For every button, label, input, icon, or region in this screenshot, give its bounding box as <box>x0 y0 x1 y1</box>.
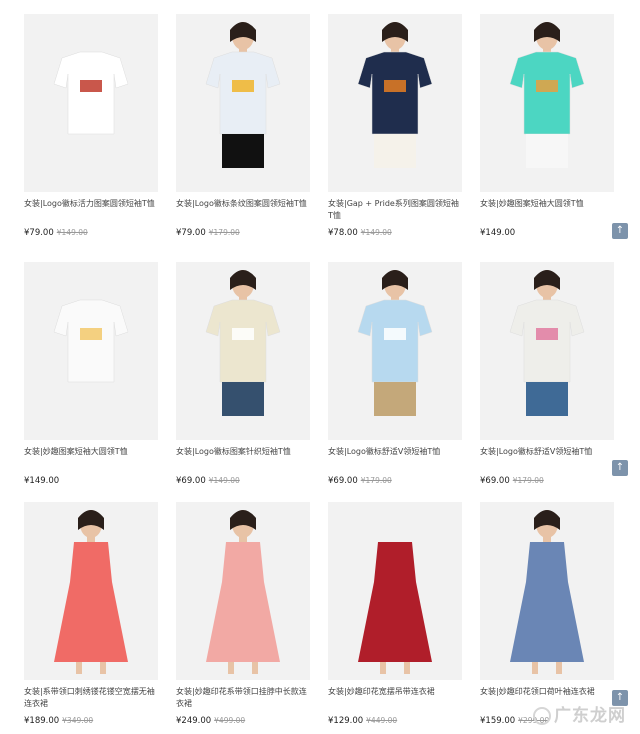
product-title[interactable]: 女装|Logo徽标条纹图案圆领短袖T恤 <box>176 198 310 222</box>
product-price-row: ¥249.00 ¥499.00 <box>176 716 310 726</box>
product-original-price: ¥149.00 <box>56 228 88 237</box>
product-price: ¥129.00 <box>328 716 364 726</box>
product-card[interactable]: 女装|妙趣图案短袖大圆领T恤 ¥149.00 <box>24 262 158 494</box>
product-tag <box>176 488 310 494</box>
product-original-price: ¥179.00 <box>208 228 240 237</box>
product-price: ¥249.00 <box>176 716 212 726</box>
product-image[interactable] <box>24 502 158 680</box>
product-price-row: ¥79.00 ¥149.00 <box>24 228 158 238</box>
product-price: ¥69.00 <box>176 476 206 486</box>
product-card[interactable]: 女装|Logo徽标舒适V领短袖T恤 ¥69.00 ¥179.00 <box>328 262 462 494</box>
product-card[interactable]: 女装|Gap + Pride系列图案圆领短袖T恤 ¥78.00 ¥149.00 <box>328 14 462 246</box>
product-tag <box>328 488 462 494</box>
product-card[interactable]: 女装|妙趣印花宽摆吊带连衣裙 ¥129.00 ¥449.00 <box>328 502 462 734</box>
scroll-top-button[interactable]: ↑ <box>612 460 628 476</box>
product-title[interactable]: 女装|Logo徽标舒适V领短袖T恤 <box>328 446 462 470</box>
product-price-row: ¥149.00 <box>24 476 158 486</box>
product-image[interactable] <box>24 262 158 440</box>
product-image[interactable] <box>480 14 614 192</box>
product-card[interactable]: 女装|Logo徽标活力图案圆领短袖T恤 ¥79.00 ¥149.00 <box>24 14 158 246</box>
product-image[interactable] <box>24 14 158 192</box>
product-card[interactable]: 女装|妙趣印花系带领口挂脖中长款连衣裙 ¥249.00 ¥499.00 <box>176 502 310 734</box>
product-original-price: ¥179.00 <box>512 476 544 485</box>
product-card[interactable]: 女装|妙趣印花领口荷叶袖连衣裙 ¥159.00 ¥299.00 <box>480 502 614 734</box>
product-image[interactable] <box>176 14 310 192</box>
product-image[interactable] <box>328 262 462 440</box>
product-price-row: ¥189.00 ¥349.00 <box>24 716 158 726</box>
product-price-row: ¥129.00 ¥449.00 <box>328 716 462 726</box>
product-image[interactable] <box>176 262 310 440</box>
product-price: ¥69.00 <box>328 476 358 486</box>
product-price: ¥79.00 <box>24 228 54 238</box>
product-original-price: ¥149.00 <box>208 476 240 485</box>
product-price-row: ¥78.00 ¥149.00 <box>328 228 462 238</box>
product-tag <box>24 728 158 734</box>
product-card[interactable]: 女装|系带领口刺绣镂花镂空宽摆无袖连衣裙 ¥189.00 ¥349.00 <box>24 502 158 734</box>
product-title[interactable]: 女装|Logo徽标舒适V领短袖T恤 <box>480 446 614 470</box>
product-original-price: ¥349.00 <box>62 716 94 725</box>
product-card[interactable]: 女装|妙趣图案短袖大圆领T恤 ¥149.00 <box>480 14 614 246</box>
product-title[interactable]: 女装|妙趣印花系带领口挂脖中长款连衣裙 <box>176 686 310 710</box>
product-image[interactable] <box>480 502 614 680</box>
scroll-top-button[interactable]: ↑ <box>612 223 628 239</box>
product-price-row: ¥69.00 ¥149.00 <box>176 476 310 486</box>
product-price: ¥79.00 <box>176 228 206 238</box>
product-card[interactable]: 女装|Logo徽标条纹图案圆领短袖T恤 ¥79.00 ¥179.00 <box>176 14 310 246</box>
product-original-price: ¥499.00 <box>214 716 246 725</box>
product-title[interactable]: 女装|系带领口刺绣镂花镂空宽摆无袖连衣裙 <box>24 686 158 710</box>
product-price: ¥149.00 <box>24 476 60 486</box>
product-image[interactable] <box>480 262 614 440</box>
product-tag <box>480 240 614 246</box>
product-title[interactable]: 女装|Logo徽标图案针织短袖T恤 <box>176 446 310 470</box>
product-tag <box>480 488 614 494</box>
product-price: ¥149.00 <box>480 228 516 238</box>
product-price: ¥69.00 <box>480 476 510 486</box>
product-image[interactable] <box>328 14 462 192</box>
product-image[interactable] <box>328 502 462 680</box>
watermark-logo: 广东龙网 <box>533 701 626 726</box>
product-title[interactable]: 女装|妙趣图案短袖大圆领T恤 <box>24 446 158 470</box>
product-original-price: ¥149.00 <box>360 228 392 237</box>
product-card[interactable]: 女装|Logo徽标舒适V领短袖T恤 ¥69.00 ¥179.00 <box>480 262 614 494</box>
product-tag <box>176 240 310 246</box>
watermark-text: 广东龙网 <box>554 706 626 726</box>
product-tag <box>480 728 614 734</box>
product-card[interactable]: 女装|Logo徽标图案针织短袖T恤 ¥69.00 ¥149.00 <box>176 262 310 494</box>
product-tag <box>176 728 310 734</box>
product-price-row: ¥79.00 ¥179.00 <box>176 228 310 238</box>
product-image[interactable] <box>176 502 310 680</box>
watermark-icon <box>533 707 551 725</box>
product-title[interactable]: 女装|Logo徽标活力图案圆领短袖T恤 <box>24 198 158 222</box>
product-original-price: ¥449.00 <box>366 716 398 725</box>
product-tag <box>328 240 462 246</box>
product-price: ¥189.00 <box>24 716 60 726</box>
product-price: ¥78.00 <box>328 228 358 238</box>
product-price: ¥159.00 <box>480 716 516 726</box>
product-title[interactable]: 女装|妙趣印花宽摆吊带连衣裙 <box>328 686 462 710</box>
product-price-row: ¥69.00 ¥179.00 <box>328 476 462 486</box>
product-tag <box>24 488 158 494</box>
product-original-price: ¥179.00 <box>360 476 392 485</box>
product-tag <box>328 728 462 734</box>
product-title[interactable]: 女装|妙趣图案短袖大圆领T恤 <box>480 198 614 222</box>
product-tag <box>24 240 158 246</box>
product-price-row: ¥69.00 ¥179.00 <box>480 476 614 486</box>
product-price-row: ¥149.00 <box>480 228 614 238</box>
product-title[interactable]: 女装|Gap + Pride系列图案圆领短袖T恤 <box>328 198 462 222</box>
product-grid: 女装|Logo徽标活力图案圆领短袖T恤 ¥79.00 ¥149.00 女装|Logo徽… <box>0 0 640 734</box>
